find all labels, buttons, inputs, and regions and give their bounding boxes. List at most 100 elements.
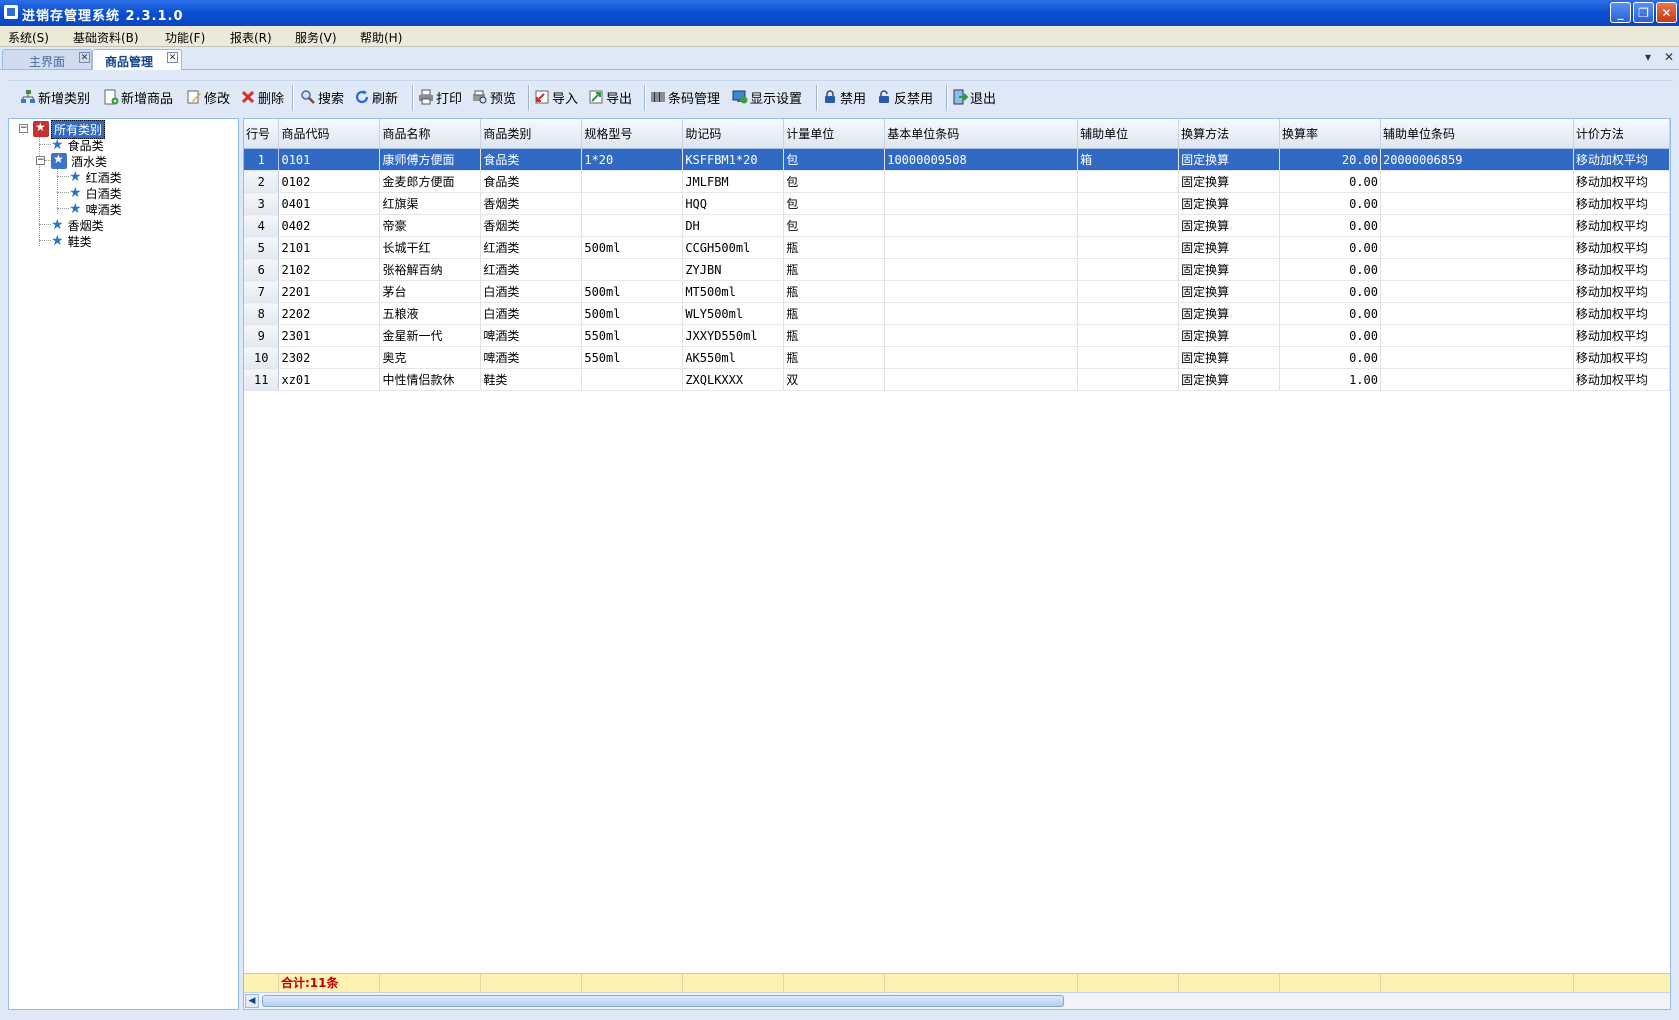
table-row[interactable]: 2 0102 金麦郎方便面 食品类 JMLFBM 包 固定换算 0.00 移动加权平均 xyxy=(244,170,1670,193)
cell-product-code[interactable]: xz01 xyxy=(278,368,381,391)
cell-base-unit-barcode[interactable] xyxy=(884,214,1079,237)
cell-product-code[interactable]: 0102 xyxy=(278,170,381,193)
table-row[interactable]: 10 2302 奥克 啤酒类 550ml AK550ml 瓶 固定换算 0.00 移动加权平均 xyxy=(244,346,1670,369)
cell-unit[interactable]: 瓶 xyxy=(783,302,886,325)
tree-node-beer[interactable]: ★ 啤酒类 xyxy=(69,201,122,217)
cell-unit[interactable]: 瓶 xyxy=(783,346,886,369)
minimize-button[interactable]: _ xyxy=(1610,2,1631,23)
col-header-conversion-rate[interactable]: 换算率 xyxy=(1279,119,1381,149)
restore-button[interactable]: ❐ xyxy=(1633,2,1654,23)
col-header-aux-unit[interactable]: 辅助单位 xyxy=(1077,119,1180,149)
cell-aux-unit[interactable] xyxy=(1077,192,1180,215)
cell-conversion-method[interactable]: 固定换算 xyxy=(1178,148,1281,171)
tree-node-food[interactable]: ★ 食品类 xyxy=(51,137,104,153)
edit-button[interactable]: 修改 xyxy=(186,87,230,107)
cell-aux-unit[interactable] xyxy=(1077,236,1180,259)
cell-costing-method[interactable]: 移动加权平均 xyxy=(1573,192,1670,215)
cell-product-name[interactable]: 五粮液 xyxy=(379,302,482,325)
cell-spec-model[interactable] xyxy=(581,170,684,193)
cell-costing-method[interactable]: 移动加权平均 xyxy=(1573,236,1670,259)
cell-mnemonic-code[interactable]: WLY500ml xyxy=(682,302,785,325)
cell-aux-unit[interactable] xyxy=(1077,324,1180,347)
cell-base-unit-barcode[interactable] xyxy=(884,236,1079,259)
tree-node-shoes[interactable]: ★ 鞋类 xyxy=(51,233,92,249)
cell-spec-model[interactable] xyxy=(581,258,684,281)
cell-mnemonic-code[interactable]: HQQ xyxy=(682,192,785,215)
col-header-aux-unit-barcode[interactable]: 辅助单位条码 xyxy=(1380,119,1574,149)
tree-node-tobacco[interactable]: ★ 香烟类 xyxy=(51,217,104,233)
cell-product-name[interactable]: 金星新一代 xyxy=(379,324,482,347)
cell-aux-unit-barcode[interactable] xyxy=(1380,214,1574,237)
cell-aux-unit[interactable] xyxy=(1077,346,1180,369)
cell-spec-model[interactable]: 550ml xyxy=(581,346,684,369)
cell-aux-unit[interactable]: 箱 xyxy=(1077,148,1180,171)
enable-button[interactable]: 反禁用 xyxy=(876,87,933,107)
cell-costing-method[interactable]: 移动加权平均 xyxy=(1573,258,1670,281)
refresh-button[interactable]: 刷新 xyxy=(354,87,398,107)
cell-conversion-rate[interactable]: 0.00 xyxy=(1279,302,1381,325)
cell-unit[interactable]: 包 xyxy=(783,170,886,193)
cell-product-name[interactable]: 红旗渠 xyxy=(379,192,482,215)
menu-system[interactable]: 系统(S) xyxy=(8,29,49,46)
menu-reports[interactable]: 报表(R) xyxy=(230,29,272,46)
col-header-product-category[interactable]: 商品类别 xyxy=(480,119,583,149)
disable-button[interactable]: 禁用 xyxy=(822,87,866,107)
tree-node-all-categories[interactable]: 所有类别 xyxy=(33,119,106,139)
cell-conversion-method[interactable]: 固定换算 xyxy=(1178,280,1281,303)
cell-base-unit-barcode[interactable] xyxy=(884,302,1079,325)
cell-product-category[interactable]: 白酒类 xyxy=(480,280,583,303)
cell-product-code[interactable]: 0401 xyxy=(278,192,381,215)
cell-spec-model[interactable] xyxy=(581,368,684,391)
cell-mnemonic-code[interactable]: CCGH500ml xyxy=(682,236,785,259)
cell-unit[interactable]: 瓶 xyxy=(783,236,886,259)
tree-node-baijiu[interactable]: ★ 白酒类 xyxy=(69,185,122,201)
cell-base-unit-barcode[interactable]: 10000009508 xyxy=(884,148,1079,171)
col-header-conversion-method[interactable]: 换算方法 xyxy=(1178,119,1281,149)
cell-costing-method[interactable]: 移动加权平均 xyxy=(1573,302,1670,325)
cell-conversion-rate[interactable]: 0.00 xyxy=(1279,192,1381,215)
cell-aux-unit[interactable] xyxy=(1077,170,1180,193)
tab-product-management[interactable]: 商品管理 ✕ xyxy=(92,49,182,70)
cell-mnemonic-code[interactable]: MT500ml xyxy=(682,280,785,303)
cell-costing-method[interactable]: 移动加权平均 xyxy=(1573,170,1670,193)
cell-conversion-rate[interactable]: 0.00 xyxy=(1279,324,1381,347)
col-header-spec-model[interactable]: 规格型号 xyxy=(581,119,684,149)
cell-base-unit-barcode[interactable] xyxy=(884,368,1079,391)
cell-aux-unit-barcode[interactable] xyxy=(1380,170,1574,193)
col-header-base-unit-barcode[interactable]: 基本单位条码 xyxy=(884,119,1079,149)
table-row[interactable]: 5 2101 长城干红 红酒类 500ml CCGH500ml 瓶 固定换算 0.00 移动加权平… xyxy=(244,236,1670,259)
tab-main-close-icon[interactable]: ✕ xyxy=(79,52,90,63)
cell-unit[interactable]: 瓶 xyxy=(783,280,886,303)
cell-product-name[interactable]: 张裕解百纳 xyxy=(379,258,482,281)
cell-base-unit-barcode[interactable] xyxy=(884,170,1079,193)
tab-product-management-close-icon[interactable]: ✕ xyxy=(167,52,178,63)
cell-spec-model[interactable]: 550ml xyxy=(581,324,684,347)
tree-collapse-root-icon[interactable]: − xyxy=(19,124,28,133)
cell-mnemonic-code[interactable]: AK550ml xyxy=(682,346,785,369)
cell-spec-model[interactable]: 1*20 xyxy=(581,148,684,171)
add-category-button[interactable]: 新增类别 xyxy=(20,87,90,107)
cell-aux-unit-barcode[interactable]: 20000006859 xyxy=(1380,148,1574,171)
cell-base-unit-barcode[interactable] xyxy=(884,192,1079,215)
preview-button[interactable]: 预览 xyxy=(472,87,516,107)
cell-aux-unit-barcode[interactable] xyxy=(1380,280,1574,303)
menu-services[interactable]: 服务(V) xyxy=(295,29,337,46)
cell-conversion-rate[interactable]: 0.00 xyxy=(1279,236,1381,259)
cell-product-category[interactable]: 红酒类 xyxy=(480,258,583,281)
cell-base-unit-barcode[interactable] xyxy=(884,346,1079,369)
table-row[interactable]: 3 0401 红旗渠 香烟类 HQQ 包 固定换算 0.00 移动加权平均 xyxy=(244,192,1670,215)
cell-product-category[interactable]: 鞋类 xyxy=(480,368,583,391)
menu-help[interactable]: 帮助(H) xyxy=(360,29,402,46)
cell-unit[interactable]: 双 xyxy=(783,368,886,391)
cell-product-name[interactable]: 奥克 xyxy=(379,346,482,369)
cell-unit[interactable]: 瓶 xyxy=(783,258,886,281)
cell-product-name[interactable]: 茅台 xyxy=(379,280,482,303)
cell-mnemonic-code[interactable]: ZYJBN xyxy=(682,258,785,281)
tree-collapse-drinks-icon[interactable]: − xyxy=(36,156,45,165)
cell-product-category[interactable]: 香烟类 xyxy=(480,192,583,215)
cell-conversion-method[interactable]: 固定换算 xyxy=(1178,236,1281,259)
cell-product-name[interactable]: 中性情侣款休 xyxy=(379,368,482,391)
col-header-costing-method[interactable]: 计价方法 xyxy=(1573,119,1670,149)
cell-product-category[interactable]: 香烟类 xyxy=(480,214,583,237)
cell-conversion-method[interactable]: 固定换算 xyxy=(1178,368,1281,391)
